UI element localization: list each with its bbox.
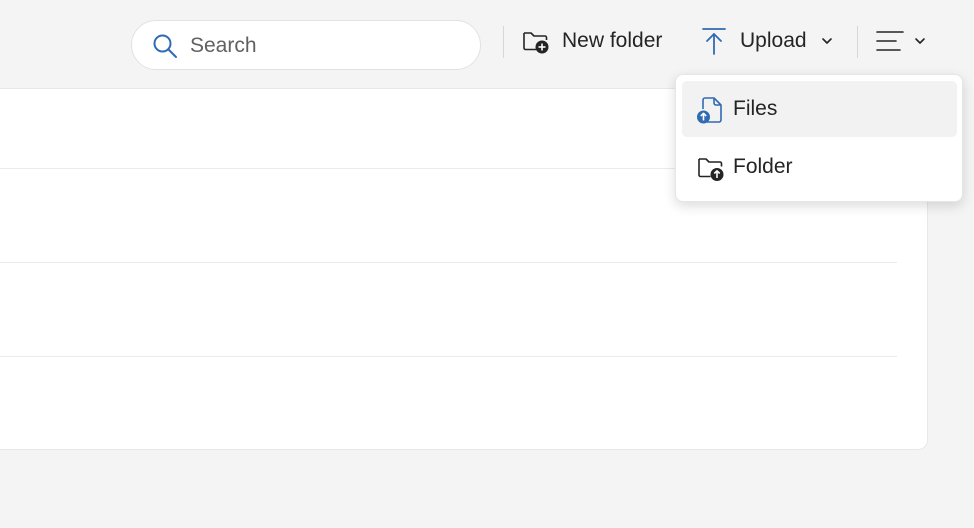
menu-item-label: Files (733, 97, 778, 120)
upload-icon (702, 28, 726, 55)
new-folder-button[interactable]: New folder (521, 20, 662, 62)
chevron-down-icon (821, 38, 832, 44)
list-view-icon (876, 31, 904, 51)
row-divider (0, 356, 897, 357)
search-input[interactable] (190, 33, 460, 59)
chevron-down-icon (915, 38, 925, 44)
folder-upload-icon (698, 158, 724, 181)
row-divider (0, 262, 897, 263)
menu-item-upload-files[interactable]: Files (682, 81, 957, 137)
toolbar-divider (503, 26, 504, 58)
new-folder-label: New folder (562, 29, 663, 52)
upload-menu: Files Folder (675, 74, 963, 202)
folder-add-icon (523, 32, 549, 54)
menu-item-upload-folder[interactable]: Folder (682, 139, 957, 195)
search-icon (153, 34, 177, 58)
search-box[interactable] (131, 20, 481, 70)
view-options-button[interactable] (876, 20, 926, 62)
file-upload-icon (697, 97, 722, 124)
toolbar-divider (857, 26, 858, 58)
upload-button[interactable]: Upload (700, 20, 833, 62)
upload-label: Upload (740, 29, 807, 52)
menu-item-label: Folder (733, 155, 793, 178)
